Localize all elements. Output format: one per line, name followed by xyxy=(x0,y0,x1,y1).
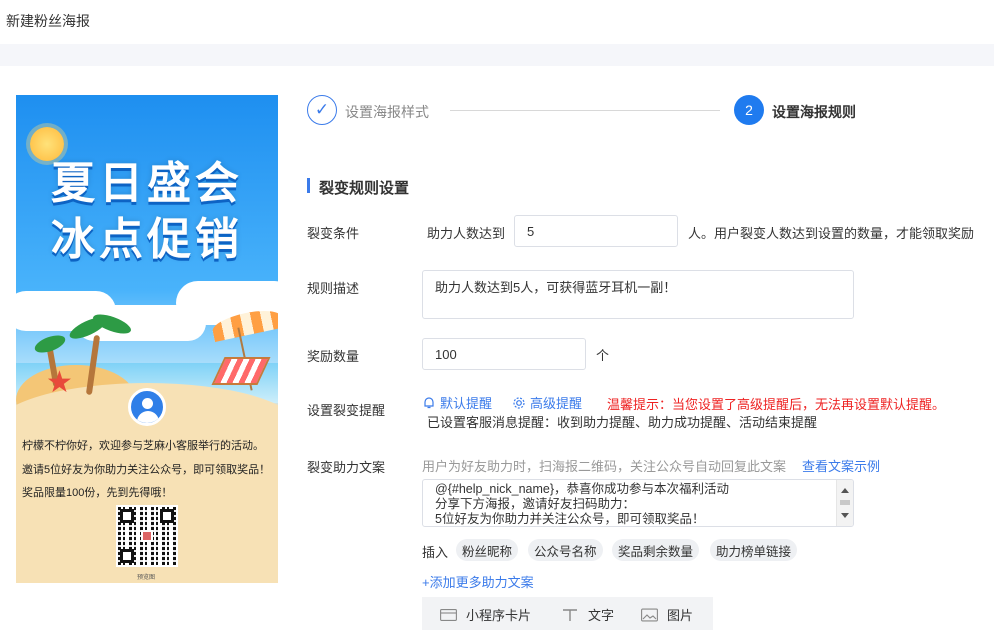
insert-tag-prize-remaining[interactable]: 奖品剩余数量 xyxy=(612,539,700,561)
reminder-label: 设置裂变提醒 xyxy=(307,403,386,418)
top-bar: 新建粉丝海报 xyxy=(0,0,994,44)
reward-count-label: 奖励数量 xyxy=(307,349,360,364)
page-title: 新建粉丝海报 xyxy=(6,13,90,29)
insert-label: 插入 xyxy=(422,545,449,560)
helper-count-input[interactable]: 5 xyxy=(514,215,678,247)
starfish-icon: ★ xyxy=(46,366,73,399)
add-more-copy-link[interactable]: +添加更多助力文案 xyxy=(422,572,534,591)
condition-label: 裂变条件 xyxy=(307,226,360,241)
content-type-toolbar: 小程序卡片 文字 图片 xyxy=(422,597,713,630)
poster-text-line: 奖品限量100份，先到先得哦！ xyxy=(22,487,173,499)
insert-tag-leaderboard-link[interactable]: 助力榜单链接 xyxy=(710,539,798,561)
image-icon xyxy=(641,608,658,621)
default-reminder-link[interactable]: 默认提醒 xyxy=(422,393,492,412)
poster-text-line: 邀请5位好友为你助力关注公众号，即可领取奖品！ xyxy=(22,464,271,476)
text-button[interactable]: 文字 xyxy=(562,605,614,624)
reminder-status: 已设置客服消息提醒：收到助力提醒、助力成功提醒、活动结束提醒 xyxy=(427,415,818,430)
copy-line: 5位好友为你助力并关注公众号，即可领取奖品！ xyxy=(435,512,705,526)
step-2-number: 2 xyxy=(734,95,764,125)
step-2-label: 设置海报规则 xyxy=(772,104,856,120)
section-accent-bar xyxy=(307,178,310,193)
insert-tag-fan-nickname[interactable]: 粉丝昵称 xyxy=(456,539,519,561)
insert-tag-account-name[interactable]: 公众号名称 xyxy=(528,539,603,561)
scroll-down-arrow-icon[interactable] xyxy=(841,513,849,518)
copy-label: 裂变助力文案 xyxy=(307,460,386,475)
image-button[interactable]: 图片 xyxy=(641,605,693,624)
textarea-scrollbar[interactable] xyxy=(836,480,853,526)
section-title: 裂变规则设置 xyxy=(319,180,410,197)
description-label: 规则描述 xyxy=(307,281,360,296)
condition-prefix: 助力人数达到 xyxy=(427,226,506,241)
view-example-link[interactable]: 查看文案示例 xyxy=(802,456,880,475)
poster-preview: 夏日盛会 冰点促销 ★ 柠檬不柠你好，欢迎参与芝麻小客服举行的活动。 邀请5位好… xyxy=(16,95,278,583)
copy-line: @{#help_nick_name}，恭喜你成功参与本次福利活动 xyxy=(435,482,730,496)
rule-description-textarea[interactable]: 助力人数达到5人，可获得蓝牙耳机一副！ xyxy=(422,270,854,319)
gear-icon xyxy=(513,397,525,409)
advanced-reminder-link[interactable]: 高级提醒 xyxy=(512,393,582,412)
poster-text-line: 柠檬不柠你好，欢迎参与芝麻小客服举行的活动。 xyxy=(22,440,264,452)
qr-caption: 预览图 xyxy=(137,575,156,581)
text-icon xyxy=(563,608,577,621)
bell-icon xyxy=(424,397,434,409)
step-1-check-icon: ✓ xyxy=(307,95,337,125)
copy-hint: 用户为好友助力时，扫海报二维码，关注公众号自动回复此文案 xyxy=(422,459,787,474)
copy-line: 分享下方海报，邀请好友扫码助力： xyxy=(435,497,636,511)
step-1-label: 设置海报样式 xyxy=(345,104,429,120)
condition-suffix: 人。用户裂变人数达到设置的数量，才能领取奖励 xyxy=(688,226,975,241)
reward-count-unit: 个 xyxy=(596,348,610,363)
avatar xyxy=(128,388,166,426)
copy-textarea[interactable]: @{#help_nick_name}，恭喜你成功参与本次福利活动 分享下方海报，… xyxy=(422,479,854,527)
reward-count-input[interactable]: 100 xyxy=(422,338,586,370)
header-divider-band xyxy=(0,44,994,66)
scroll-up-arrow-icon[interactable] xyxy=(841,488,849,493)
card-icon xyxy=(440,608,457,621)
qr-code xyxy=(116,505,178,567)
scroll-thumb[interactable] xyxy=(840,500,850,505)
step-connector xyxy=(450,110,720,111)
poster-headline-2: 冰点促销 xyxy=(51,214,243,265)
reminder-warning: 温馨提示：当您设置了高级提醒后，无法再设置默认提醒。 xyxy=(607,397,946,412)
poster-headline-1: 夏日盛会 xyxy=(51,158,243,209)
mini-program-card-button[interactable]: 小程序卡片 xyxy=(440,605,531,624)
